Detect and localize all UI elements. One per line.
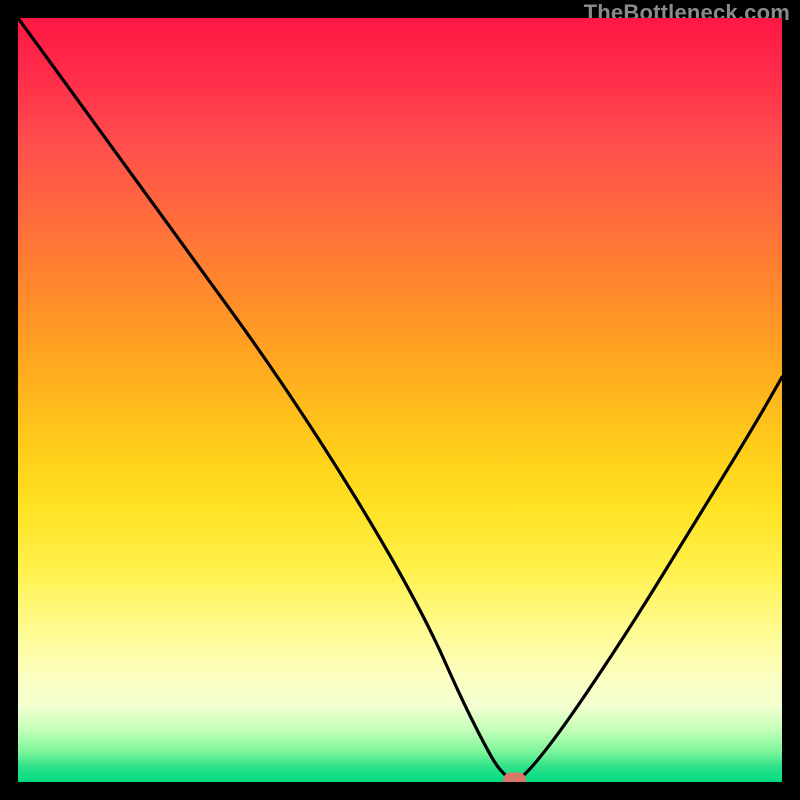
- chart-svg: [18, 18, 782, 782]
- optimal-marker: [504, 773, 526, 782]
- chart-frame: TheBottleneck.com: [0, 0, 800, 800]
- plot-area: [18, 18, 782, 782]
- bottleneck-curve: [18, 18, 782, 779]
